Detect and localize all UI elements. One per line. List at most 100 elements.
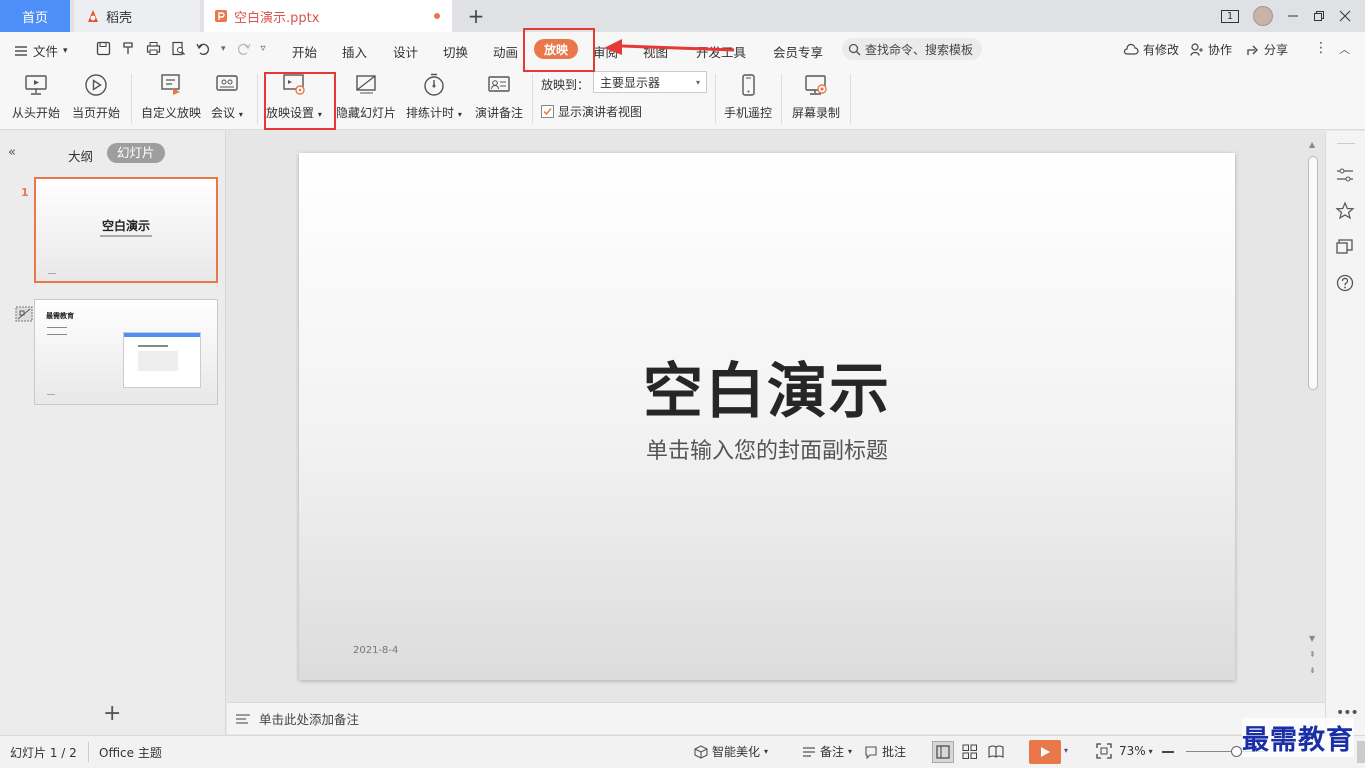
slide-number: 1: [21, 186, 29, 199]
save-icon[interactable]: [96, 41, 111, 56]
chevron-down-icon[interactable]: ▾: [221, 44, 226, 54]
format-painter-icon[interactable]: [121, 41, 136, 56]
custom-show-button[interactable]: 自定义放映: [141, 72, 201, 121]
fit-to-window-icon[interactable]: [1096, 743, 1112, 759]
presenter-view-checkbox[interactable]: 显示演讲者视图: [541, 103, 642, 120]
chevron-down-icon: ▾: [764, 747, 769, 756]
hide-slide-button[interactable]: 隐藏幻灯片: [336, 72, 396, 121]
notes-pane[interactable]: 单击此处添加备注: [227, 702, 1325, 734]
command-search[interactable]: 查找命令、搜索模板: [842, 38, 982, 60]
zoom-out-icon[interactable]: [1162, 751, 1174, 753]
window-resize-grip[interactable]: [1357, 741, 1365, 763]
window-count-badge[interactable]: 1: [1221, 9, 1239, 23]
new-tab-button[interactable]: +: [462, 0, 490, 32]
zoom-slider-handle[interactable]: [1231, 746, 1242, 757]
slide-navigation-panel: « 大纲 幻灯片 1 空白演示 最需教育 +: [0, 131, 226, 735]
show-to-label: 放映到：: [541, 78, 590, 92]
current-slide[interactable]: 空白演示 单击输入您的封面副标题 2021-8-4: [299, 153, 1235, 680]
scroll-up-icon[interactable]: ▲: [1309, 140, 1315, 149]
slide-sorter-icon[interactable]: [961, 743, 979, 761]
comments-button[interactable]: 批注: [864, 743, 906, 760]
print-preview-icon[interactable]: [171, 41, 186, 56]
collapse-panel-icon[interactable]: «: [8, 145, 16, 160]
meeting-icon: [214, 72, 240, 98]
menu-insert[interactable]: 插入: [342, 42, 367, 61]
file-menu-button[interactable]: 文件 ▾: [14, 41, 68, 60]
zoom-level-dropdown[interactable]: 73% ▾: [1119, 744, 1153, 758]
speaker-notes-icon: [486, 72, 512, 98]
thumbnail-date-line: [48, 273, 56, 274]
phone-remote-button[interactable]: 手机遥控: [724, 72, 772, 121]
minimize-icon[interactable]: [1287, 10, 1299, 22]
notes-toggle-button[interactable]: 备注 ▾: [802, 743, 852, 760]
cloud-icon: [1123, 43, 1139, 56]
comment-icon: [864, 745, 878, 759]
menu-member[interactable]: 会员专享: [773, 42, 823, 61]
slide-date[interactable]: 2021-8-4: [353, 645, 398, 656]
tab-home[interactable]: 首页: [0, 0, 70, 32]
daoke-logo-icon: [86, 9, 100, 23]
divider: [532, 74, 533, 124]
speaker-notes-button[interactable]: 演讲备注: [475, 72, 523, 121]
ppt-file-icon: [214, 9, 228, 23]
vertical-scrollbar[interactable]: ▲ ▼ ⇞ ⇟: [1307, 140, 1319, 686]
menu-design[interactable]: 设计: [393, 42, 418, 61]
share-button[interactable]: 分享: [1246, 41, 1288, 58]
close-icon[interactable]: [1339, 10, 1351, 22]
right-task-pane: •••: [1325, 131, 1365, 735]
menu-transition[interactable]: 切换: [443, 42, 468, 61]
thumbnail-screenshot-image: [123, 332, 201, 388]
help-icon[interactable]: [1335, 273, 1355, 293]
slide-layout-icon[interactable]: [1335, 237, 1355, 257]
smart-beautify-button[interactable]: 智能美化 ▾: [694, 743, 768, 760]
collaborate-button[interactable]: 协作: [1190, 41, 1232, 58]
person-add-icon: [1190, 43, 1204, 56]
slide-thumbnail-1[interactable]: 空白演示: [34, 177, 218, 283]
collapse-ribbon-icon[interactable]: ︿: [1339, 41, 1350, 57]
add-slide-button[interactable]: +: [103, 703, 121, 725]
thumbnail-date-line: [47, 394, 55, 395]
slide-thumbnail-2[interactable]: 最需教育: [34, 299, 218, 405]
play-slideshow-button[interactable]: [1029, 740, 1061, 764]
tab-document[interactable]: 空白演示.pptx: [204, 0, 452, 32]
previous-slide-icon[interactable]: ⇞: [1309, 650, 1316, 659]
properties-sliders-icon[interactable]: [1335, 165, 1355, 185]
next-slide-icon[interactable]: ⇟: [1309, 666, 1316, 675]
chevron-down-icon[interactable]: ▾: [1064, 746, 1068, 755]
thumbnail-bullet-line: [47, 334, 67, 335]
undo-icon[interactable]: [196, 41, 211, 56]
menu-animation[interactable]: 动画: [493, 42, 518, 61]
scroll-down-icon[interactable]: ▼: [1309, 634, 1315, 643]
meeting-button[interactable]: 会议 ▾: [211, 72, 243, 121]
menu-home[interactable]: 开始: [292, 42, 317, 61]
reading-view-icon[interactable]: [987, 743, 1005, 761]
normal-view-icon[interactable]: [932, 741, 954, 763]
restore-icon[interactable]: [1313, 10, 1325, 22]
slide-subtitle[interactable]: 单击输入您的封面副标题: [299, 433, 1235, 465]
tab-slides[interactable]: 幻灯片: [107, 143, 165, 163]
phone-icon: [735, 72, 761, 98]
tab-outline[interactable]: 大纲: [68, 146, 93, 165]
more-vertical-icon[interactable]: ⋮: [1314, 40, 1328, 56]
tab-daoke[interactable]: 稻壳: [74, 0, 200, 32]
user-avatar[interactable]: [1253, 6, 1273, 26]
customize-toolbar-icon[interactable]: ▿: [261, 43, 266, 54]
from-current-button[interactable]: 当页开始: [72, 72, 120, 121]
scrollbar-thumb[interactable]: [1308, 156, 1318, 390]
divider: [850, 74, 851, 124]
star-icon[interactable]: [1335, 201, 1355, 221]
slide-title[interactable]: 空白演示: [299, 343, 1235, 430]
cube-icon: [694, 744, 708, 759]
redo-icon[interactable]: [236, 41, 251, 56]
rehearse-timing-button[interactable]: 排练计时 ▾: [406, 72, 462, 121]
stopwatch-icon: [421, 72, 447, 98]
screen-record-button[interactable]: 屏幕录制: [792, 72, 840, 121]
theme-name[interactable]: Office 主题: [99, 744, 162, 761]
show-to-select[interactable]: 主要显示器 ▾: [593, 71, 707, 93]
annotation-box-slideshow-tab: [523, 28, 595, 72]
custom-slideshow-icon: [158, 72, 184, 98]
window-tab-bar: 首页 稻壳 空白演示.pptx + 1: [0, 0, 1365, 32]
print-icon[interactable]: [146, 41, 161, 56]
from-start-button[interactable]: 从头开始: [12, 72, 60, 121]
changes-button[interactable]: 有修改: [1123, 41, 1179, 58]
